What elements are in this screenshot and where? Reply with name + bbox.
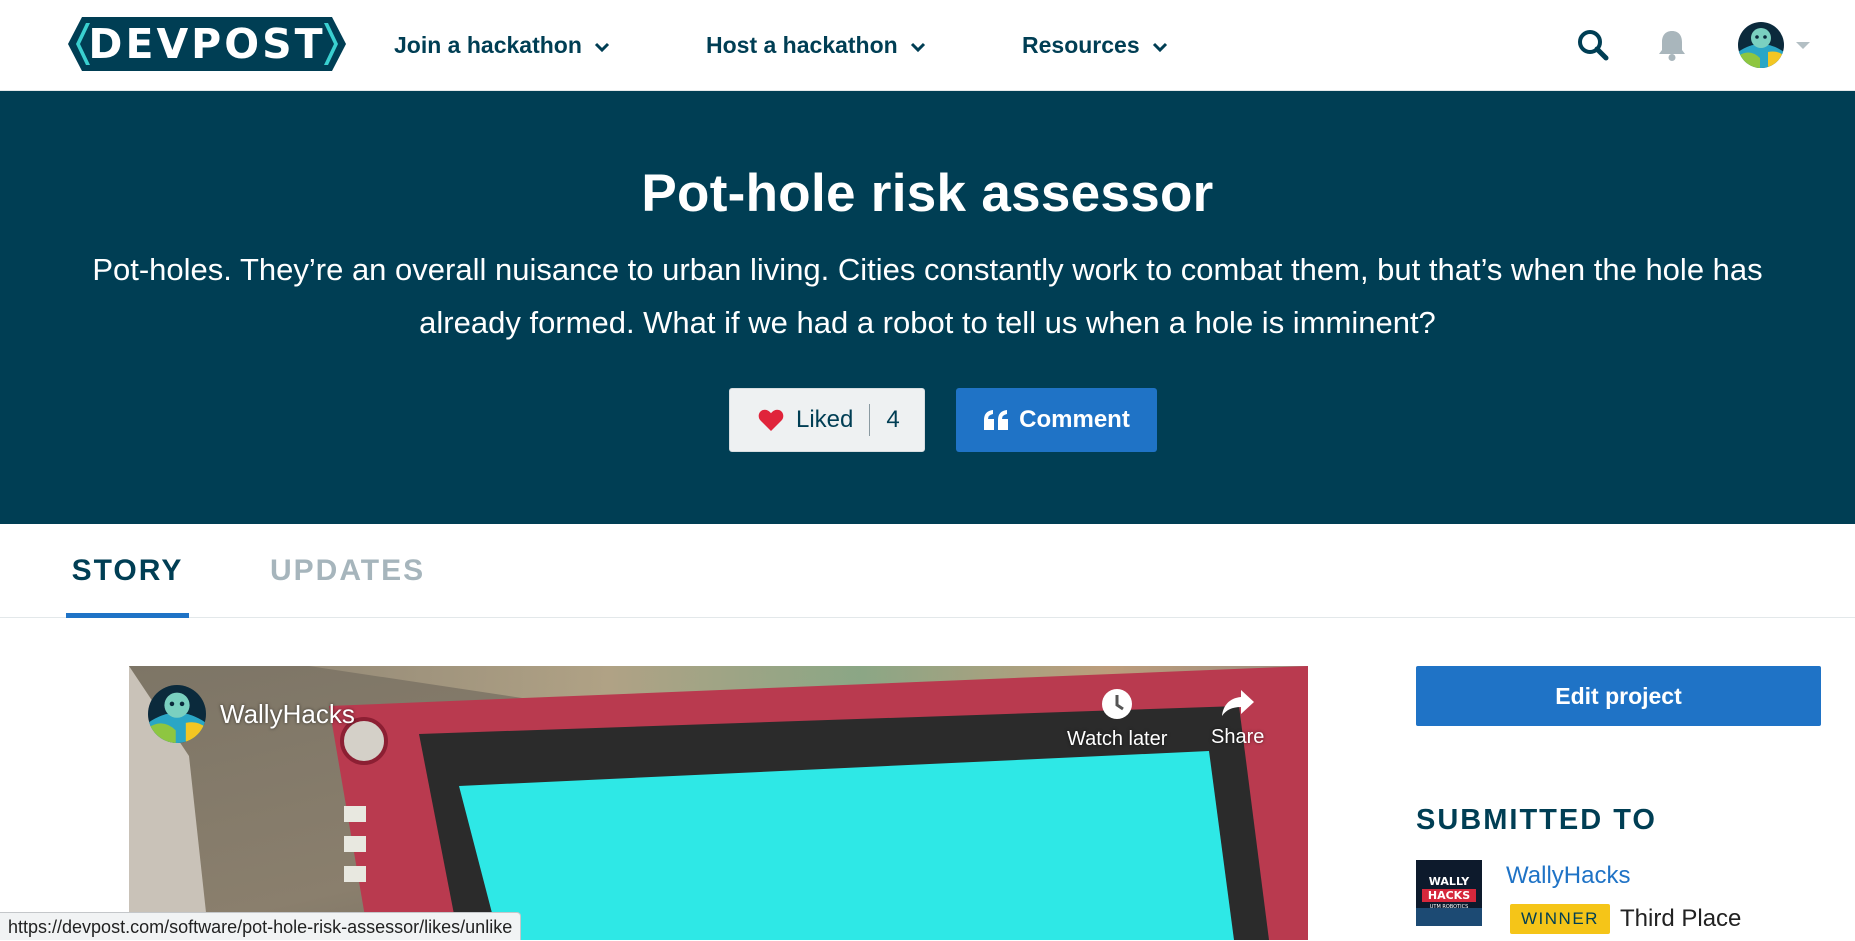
share-button[interactable]: Share	[1211, 688, 1264, 749]
channel-avatar	[148, 685, 206, 743]
nav-host-label: Host a hackathon	[706, 31, 898, 58]
avatar	[1738, 22, 1784, 68]
hackathon-link[interactable]: WallyHacks	[1506, 862, 1630, 890]
project-tagline: Pot-holes. They’re an overall nuisance t…	[92, 252, 1763, 340]
project-title: Pot-hole risk assessor	[641, 164, 1214, 223]
nav-join-label: Join a hackathon	[394, 31, 582, 58]
clock-icon	[1102, 689, 1133, 719]
winner-badge: WINNER	[1510, 904, 1610, 934]
logo-text: DEVPOST	[88, 20, 326, 68]
notifications-button[interactable]	[1649, 22, 1695, 68]
tab-story[interactable]: STORY	[66, 524, 189, 618]
edit-project-button[interactable]: Edit project	[1416, 666, 1821, 726]
watch-later-button[interactable]: Watch later	[1067, 688, 1167, 751]
browser-status-url: https://devpost.com/software/pot-hole-ri…	[0, 912, 522, 940]
project-tabs: STORY UPDATES	[0, 524, 1855, 618]
thumb-text-wally: WALLY	[1429, 875, 1470, 888]
project-hero: Pot-hole risk assessor Pot-holes. They’r…	[0, 91, 1855, 524]
thumb-text-hacks: HACKS	[1428, 889, 1470, 902]
comment-button[interactable]: Comment	[956, 388, 1157, 452]
caret-down-icon	[1796, 41, 1810, 49]
watch-later-label: Watch later	[1067, 728, 1168, 750]
share-arrow-icon	[1221, 690, 1254, 716]
tab-updates[interactable]: UPDATES	[270, 524, 425, 618]
heart-icon	[758, 409, 784, 431]
nav-resources[interactable]: Resources	[1022, 28, 1168, 62]
devpost-logo[interactable]: DEVPOST	[68, 17, 346, 71]
search-button[interactable]	[1570, 22, 1616, 68]
channel-name: WallyHacks	[220, 698, 355, 729]
chevron-down-icon	[910, 32, 926, 59]
like-divider	[869, 404, 871, 436]
quote-icon	[984, 410, 1009, 430]
user-menu-button[interactable]	[1738, 20, 1810, 70]
video-channel[interactable]: WallyHacks	[148, 685, 355, 743]
thumb-text-utm: UTM ROBOTICS	[1430, 904, 1469, 910]
top-navigation: DEVPOST Join a hackathon Host a hackatho…	[0, 0, 1855, 91]
video-player[interactable]: WallyHacks Watch later Share	[129, 666, 1308, 940]
nav-resources-label: Resources	[1022, 31, 1140, 58]
prize-label: Third Place	[1620, 905, 1742, 932]
comment-label: Comment	[1019, 406, 1130, 433]
hackathon-thumbnail[interactable]: WALLY HACKS UTM ROBOTICS	[1416, 860, 1482, 926]
like-label: Liked	[796, 406, 854, 433]
like-count: 4	[886, 406, 900, 433]
bell-icon	[1659, 31, 1685, 61]
search-icon	[1578, 30, 1609, 61]
submitted-to-heading: SUBMITTED TO	[1416, 804, 1657, 836]
share-label: Share	[1211, 726, 1265, 748]
chevron-down-icon	[594, 32, 610, 59]
like-button[interactable]: Liked 4	[729, 388, 925, 452]
chevron-down-icon	[1152, 32, 1168, 59]
nav-join-hackathon[interactable]: Join a hackathon	[394, 28, 610, 62]
nav-host-hackathon[interactable]: Host a hackathon	[706, 28, 926, 62]
